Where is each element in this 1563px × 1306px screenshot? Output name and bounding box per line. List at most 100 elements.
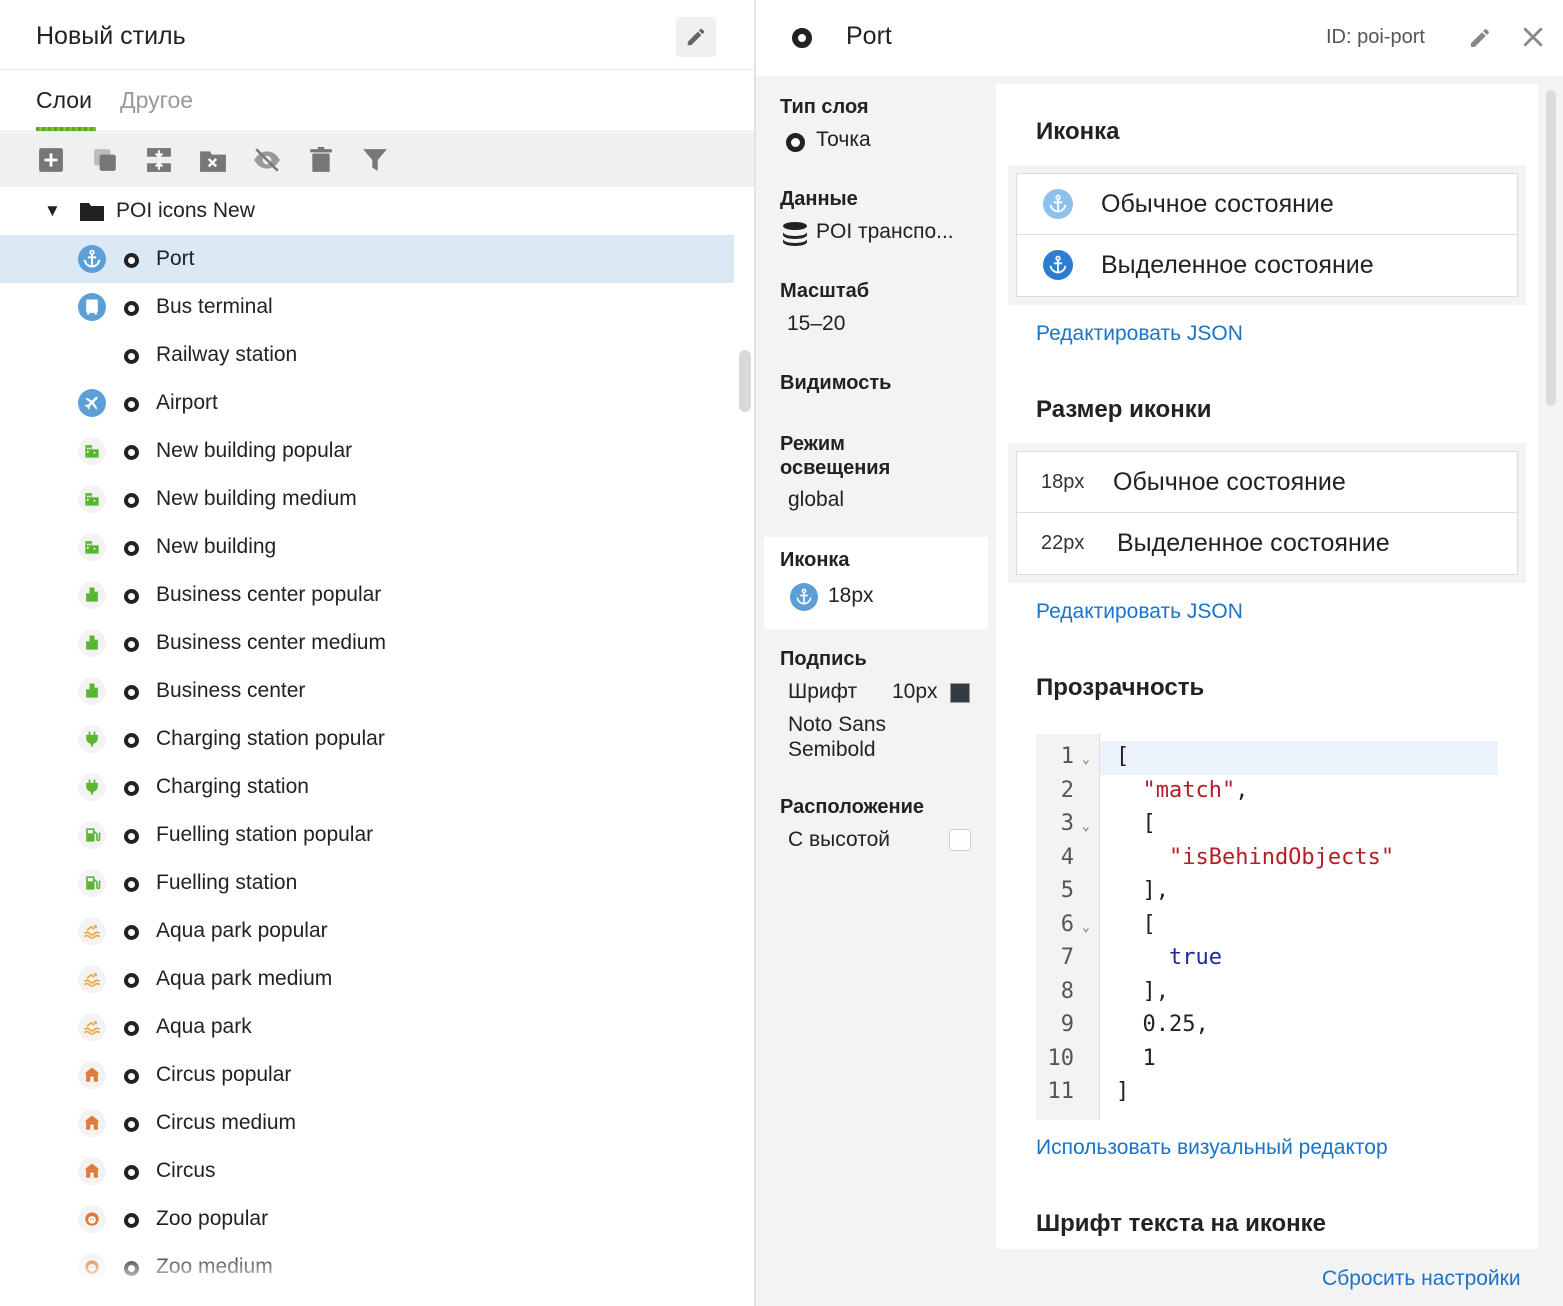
layer-row[interactable]: Circus medium [0,1099,734,1147]
layer-row[interactable]: Aqua park [0,1003,734,1051]
layer-row[interactable]: Business center medium [0,619,734,667]
elevation-checkbox[interactable] [949,829,971,851]
line-number: 8 [1060,978,1074,1004]
point-type-icon [124,1261,139,1276]
json-code-editor[interactable]: 1 ⌄ [2 "match", 3 ⌄ [4 "isBehindObjects" 5 ],… [1036,734,1498,1120]
delete-folder-button[interactable] [199,146,227,174]
prop-value: С высотой [788,828,890,851]
prop-value: Точка [816,128,871,151]
anchor-icon [78,245,106,273]
layer-row[interactable]: Zoo medium [0,1243,734,1291]
state-label: Обычное состояние [1101,190,1334,218]
add-layer-button[interactable] [37,146,65,174]
visual-editor-link[interactable]: Использовать визуальный редактор [1036,1136,1388,1160]
layer-row[interactable]: Airport [0,379,734,427]
fold-toggle-icon[interactable]: ⌄ [1082,752,1090,767]
point-type-icon [124,1213,139,1228]
layer-row[interactable]: Business center popular [0,571,734,619]
anchor-icon [1043,250,1073,280]
edit-json-link[interactable]: Редактировать JSON [1036,600,1243,624]
font-size: 10px [892,680,938,703]
trash-button[interactable] [307,146,335,174]
fuel-pump-icon [78,869,106,897]
circus-tent-icon [78,1109,106,1137]
size-state-normal[interactable]: 18px Обычное состояние [1016,451,1518,513]
layer-label: Charging station popular [156,727,385,750]
tab-other[interactable]: Другое [120,87,193,114]
pencil-icon[interactable] [1468,26,1492,50]
hide-button[interactable] [253,146,281,174]
icon-states: Обычное состояние Выделенное состояние [1008,165,1526,305]
zoo-lion-icon [78,1205,106,1233]
close-icon[interactable] [1520,24,1546,50]
prop-value: 15–20 [787,312,846,335]
fold-toggle-icon[interactable]: ⌄ [1082,920,1090,935]
code-line: true [1116,945,1222,970]
prop-icon[interactable]: Иконка 18px [764,537,988,629]
layer-row[interactable]: Circus [0,1147,734,1195]
layer-label: Zoo medium [156,1255,273,1278]
point-type-icon [786,133,805,152]
size-value: 22px [1041,532,1085,554]
code-line: [ [1116,912,1155,937]
charging-plug-icon [78,773,106,801]
layer-row[interactable]: Charging station popular [0,715,734,763]
filter-button[interactable] [361,146,389,174]
building-icon [78,485,106,513]
circus-tent-icon [78,1157,106,1185]
layer-row[interactable]: New building medium [0,475,734,523]
code-token: [ [1116,811,1156,836]
active-line-highlight [1100,741,1498,775]
layer-row[interactable]: Business center [0,667,734,715]
tab-layers[interactable]: Слои [36,87,92,114]
zoo-lion-icon [78,1253,106,1281]
layer-row[interactable]: Bus terminal [0,283,734,331]
aqua-park-icon [78,917,106,945]
layer-row[interactable]: New building [0,523,734,571]
icon-state-normal[interactable]: Обычное состояние [1016,173,1518,235]
layer-row[interactable]: Aqua park popular [0,907,734,955]
layer-title: Port [846,22,892,50]
point-type-icon [124,877,139,892]
duplicate-button[interactable] [91,146,119,174]
point-type-icon [124,397,139,412]
layer-row[interactable]: Port [0,235,734,283]
add-layer-icon [39,148,63,172]
code-line: ], [1116,979,1169,1004]
layer-row[interactable]: Circus popular [0,1051,734,1099]
layer-row[interactable]: Fuelling station [0,859,734,907]
code-punctuation: , [1235,777,1249,803]
prop-title: Подпись [780,648,867,670]
layer-row[interactable]: New building popular [0,427,734,475]
reset-settings-link[interactable]: Сбросить настройки [1322,1267,1521,1291]
point-type-icon [124,1069,139,1084]
layer-row[interactable]: Zoo popular [0,1195,734,1243]
delete-folder-icon [200,151,226,172]
point-type-icon [124,1021,139,1036]
layer-row[interactable]: Aqua park medium [0,955,734,1003]
layer-row[interactable]: Charging station [0,763,734,811]
building-icon [78,533,106,561]
edit-json-link[interactable]: Редактировать JSON [1036,322,1243,346]
font-color-swatch[interactable] [950,683,970,703]
point-type-icon [124,925,139,940]
detail-scrollbar[interactable] [1546,90,1556,406]
layer-label: Business center medium [156,631,386,654]
point-type-icon [792,28,812,48]
collapse-caret-icon[interactable]: ▼ [44,201,61,221]
layers-scrollbar[interactable] [739,350,751,412]
code-token: [ [1116,744,1130,769]
code-token: ] [1116,1079,1130,1104]
fold-toggle-icon[interactable]: ⌄ [1082,819,1090,834]
folder-row[interactable]: ▼ POI icons New [0,187,734,235]
size-state-selected[interactable]: 22px Выделенное состояние [1016,513,1518,575]
layer-row[interactable]: Railway station [0,331,734,379]
section-title-icon-font: Шрифт текста на иконке [1036,1210,1327,1237]
layer-row[interactable]: Fuelling station popular [0,811,734,859]
merge-button[interactable] [145,146,173,174]
layer-label: New building popular [156,439,353,462]
point-type-icon [124,301,139,316]
edit-style-button[interactable] [676,17,716,57]
icon-state-selected[interactable]: Выделенное состояние [1016,235,1518,297]
layer-label: Bus terminal [156,295,273,318]
